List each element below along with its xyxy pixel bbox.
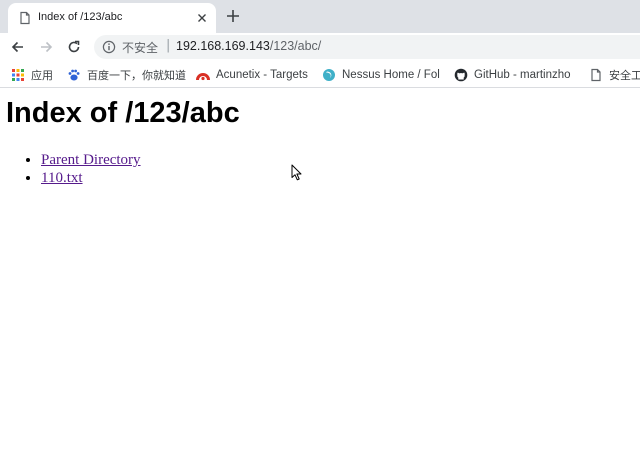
bookmark-label: Nessus Home / Fol (342, 69, 440, 81)
bookmark-acunetix[interactable]: Acunetix - Targets (196, 67, 308, 83)
url-text[interactable]: 192.168.169.143/123/abc/ (176, 39, 321, 53)
file-link[interactable]: 110.txt (41, 170, 83, 186)
apps-grid-icon (12, 69, 24, 81)
bookmark-baidu[interactable]: 百度一下，你就知道 (67, 67, 186, 83)
close-icon[interactable] (196, 12, 208, 24)
bookmark-apps[interactable]: 应用 (11, 67, 53, 83)
bookmark-label: 百度一下，你就知道 (87, 69, 186, 82)
bookmarks-bar: 应用 百度一下，你就知道 Acunetix - Targets Nessus H… (0, 61, 640, 88)
url-host: 192.168.169.143 (176, 39, 270, 53)
document-icon (20, 11, 30, 25)
browser-tab[interactable]: Index of /123/abc (8, 3, 216, 33)
bookmark-label: 应用 (31, 69, 53, 82)
tab-title: Index of /123/abc (38, 11, 123, 23)
tab-strip: Index of /123/abc (0, 0, 640, 33)
directory-listing: Parent Directory 110.txt (24, 151, 141, 187)
bookmark-github[interactable]: GitHub - martinzho (454, 67, 571, 83)
security-status-label: 不安全 (122, 41, 159, 55)
acunetix-icon (196, 73, 210, 81)
list-item: 110.txt (41, 169, 141, 187)
bookmark-label: 安全工 (609, 69, 640, 82)
baidu-paw-icon (68, 69, 80, 81)
page-content: Index of /123/abc Parent Directory 110.t… (0, 89, 640, 451)
bookmark-label: GitHub - martinzho (474, 69, 571, 81)
bookmark-nessus[interactable]: Nessus Home / Fol (322, 67, 440, 83)
new-tab-plus-icon[interactable] (225, 8, 241, 24)
nessus-icon (323, 69, 335, 81)
mouse-cursor-icon (291, 164, 302, 181)
bookmark-security[interactable]: 安全工 (589, 67, 640, 83)
parent-directory-link[interactable]: Parent Directory (41, 152, 141, 168)
url-path: /123/abc/ (269, 39, 322, 53)
page-title: Index of /123/abc (6, 97, 240, 129)
github-icon (454, 68, 468, 82)
reload-icon[interactable] (66, 39, 82, 55)
document-icon (591, 68, 601, 82)
browser-toolbar: 不安全 | 192.168.169.143/123/abc/ (0, 33, 640, 61)
info-icon[interactable] (102, 40, 116, 54)
url-divider: | (166, 38, 171, 53)
address-bar[interactable]: 不安全 | 192.168.169.143/123/abc/ (94, 35, 640, 59)
back-arrow-icon[interactable] (10, 39, 26, 55)
forward-arrow-icon[interactable] (38, 39, 54, 55)
list-item: Parent Directory (41, 151, 141, 169)
bookmark-label: Acunetix - Targets (216, 69, 308, 81)
